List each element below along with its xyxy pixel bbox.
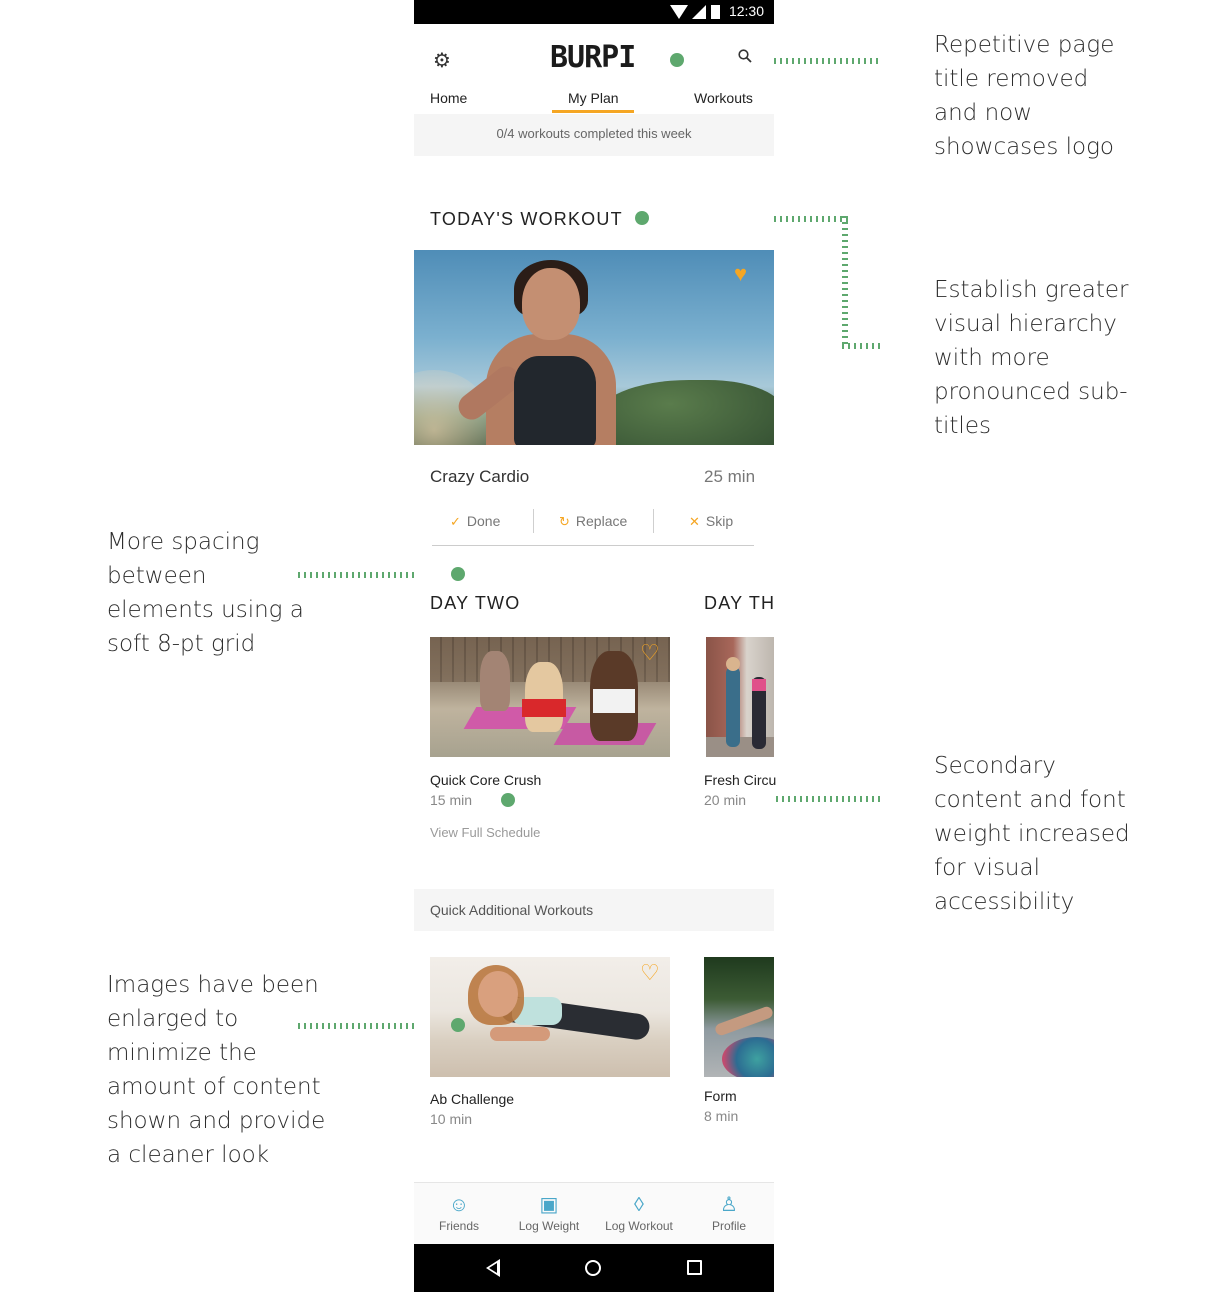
day-two-title: DAY TWO	[430, 593, 521, 613]
bottom-navigation: ☺ Friends ▣ Log Weight ◊ Log Workout ♙ P…	[414, 1182, 774, 1244]
hero-trees	[594, 380, 774, 445]
brick-person-top	[752, 679, 766, 691]
card-duration: 15 min	[430, 792, 473, 808]
card-duration: 20 min	[704, 792, 747, 808]
skip-button[interactable]: ✕ Skip	[689, 513, 733, 530]
signal-icon	[692, 5, 706, 19]
view-full-schedule-link[interactable]: View Full Schedule	[430, 825, 540, 840]
card-title: Form	[704, 1088, 737, 1104]
search-icon[interactable]	[738, 49, 752, 63]
status-bar: 12:30	[414, 0, 774, 24]
droplet-icon: ◊	[634, 1194, 644, 1216]
annotation-dot	[451, 1018, 465, 1032]
annotation-dot	[501, 793, 515, 807]
todays-workout-name: Crazy Cardio	[430, 467, 530, 486]
annotation-logo-note: Repetitive page title removed and now sh…	[934, 32, 1115, 160]
wifi-icon	[670, 5, 688, 19]
annotation-images-note: Images have been enlarged to minimize th…	[107, 972, 326, 1168]
brick-person	[726, 667, 740, 747]
brick-person-head	[726, 657, 740, 671]
nav-log-workout[interactable]: ◊ Log Workout	[594, 1183, 684, 1245]
annotation-dot	[670, 53, 684, 67]
todays-workout-image[interactable]: ♥	[414, 250, 774, 445]
home-circle-icon[interactable]	[585, 1260, 601, 1276]
beach-arm	[490, 1027, 550, 1041]
check-icon: ✓	[450, 514, 461, 529]
recents-square-icon[interactable]	[687, 1260, 702, 1275]
system-navigation-bar	[414, 1244, 774, 1292]
settings-gear-icon[interactable]: ⚙	[432, 51, 452, 71]
profile-icon: ♙	[720, 1194, 738, 1216]
replace-button[interactable]: ↻ Replace	[559, 513, 627, 530]
favorite-heart-outline-icon[interactable]: ♡	[640, 642, 662, 664]
ab-challenge-image[interactable]: ♡	[430, 957, 670, 1077]
todays-workout-title: TODAY'S WORKOUT	[430, 209, 623, 229]
annotation-spacing-note: More spacing between elements using a so…	[107, 529, 304, 657]
card-duration: 8 min	[704, 1108, 739, 1124]
active-tab-indicator	[552, 110, 634, 113]
nav-label: Log Weight	[518, 1219, 580, 1233]
phone-screen: 12:30 ⚙ BURPI Home My Plan Workouts 0/4 …	[414, 0, 777, 1292]
action-divider	[653, 509, 654, 533]
done-button[interactable]: ✓ Done	[450, 513, 500, 530]
replace-label: Replace	[575, 513, 628, 529]
tab-home[interactable]: Home	[430, 90, 467, 106]
weekly-progress-text: 0/4 workouts completed this week	[414, 114, 774, 156]
fresh-circuit-image[interactable]	[706, 637, 774, 757]
form-workout-image[interactable]	[704, 957, 774, 1077]
todays-workout-duration: 25 min	[704, 467, 756, 486]
card-title: Ab Challenge	[430, 1091, 515, 1107]
friends-icon: ☺	[448, 1194, 470, 1216]
yoga-mat	[722, 1037, 774, 1077]
gym-person-top	[522, 699, 566, 717]
nav-label: Friends	[438, 1219, 479, 1233]
hero-top	[514, 356, 596, 445]
annotation-secondary-note: Secondary content and font weight increa…	[934, 753, 1130, 915]
annotation-dot	[635, 211, 649, 225]
nav-friends[interactable]: ☺ Friends	[414, 1183, 504, 1245]
gym-person	[480, 651, 510, 711]
divider	[432, 545, 754, 546]
card-duration: 10 min	[430, 1111, 473, 1127]
app-logo: BURPI	[550, 40, 636, 75]
favorite-heart-outline-icon[interactable]: ♡	[640, 962, 662, 984]
card-title: Quick Core Crush	[430, 772, 542, 788]
tab-my-plan[interactable]: My Plan	[568, 90, 619, 106]
beach-head	[478, 971, 518, 1017]
tab-workouts[interactable]: Workouts	[694, 90, 753, 106]
connector-hierarchy-bottom	[842, 343, 882, 349]
gym-person	[525, 662, 563, 732]
nav-log-weight[interactable]: ▣ Log Weight	[504, 1183, 594, 1245]
annotation-hierarchy-note: Establish greater visual hierarchy with …	[934, 277, 1129, 439]
yoga-leg	[713, 1005, 774, 1037]
nav-label: Profile	[711, 1219, 746, 1233]
gym-person-top	[593, 689, 635, 713]
status-time: 12:30	[728, 3, 764, 19]
battery-icon	[711, 5, 720, 19]
hero-head	[522, 268, 580, 340]
action-divider	[533, 509, 534, 533]
card-title: Fresh Circu	[704, 772, 777, 788]
skip-label: Skip	[705, 513, 734, 529]
nav-label: Log Workout	[605, 1219, 673, 1233]
done-label: Done	[466, 513, 501, 529]
refresh-icon: ↻	[559, 514, 570, 529]
favorite-heart-icon[interactable]: ♥	[734, 263, 756, 285]
nav-profile[interactable]: ♙ Profile	[684, 1183, 774, 1245]
quick-core-crush-image[interactable]: ♡	[430, 637, 670, 757]
annotation-dot	[451, 567, 465, 581]
close-icon: ✕	[689, 514, 700, 529]
quick-workouts-header: Quick Additional Workouts	[414, 889, 774, 931]
scale-icon: ▣	[539, 1194, 559, 1216]
day-three-title: DAY TH	[704, 593, 776, 613]
connector-hierarchy-vertical	[842, 216, 848, 346]
back-icon-inner	[489, 1263, 497, 1273]
